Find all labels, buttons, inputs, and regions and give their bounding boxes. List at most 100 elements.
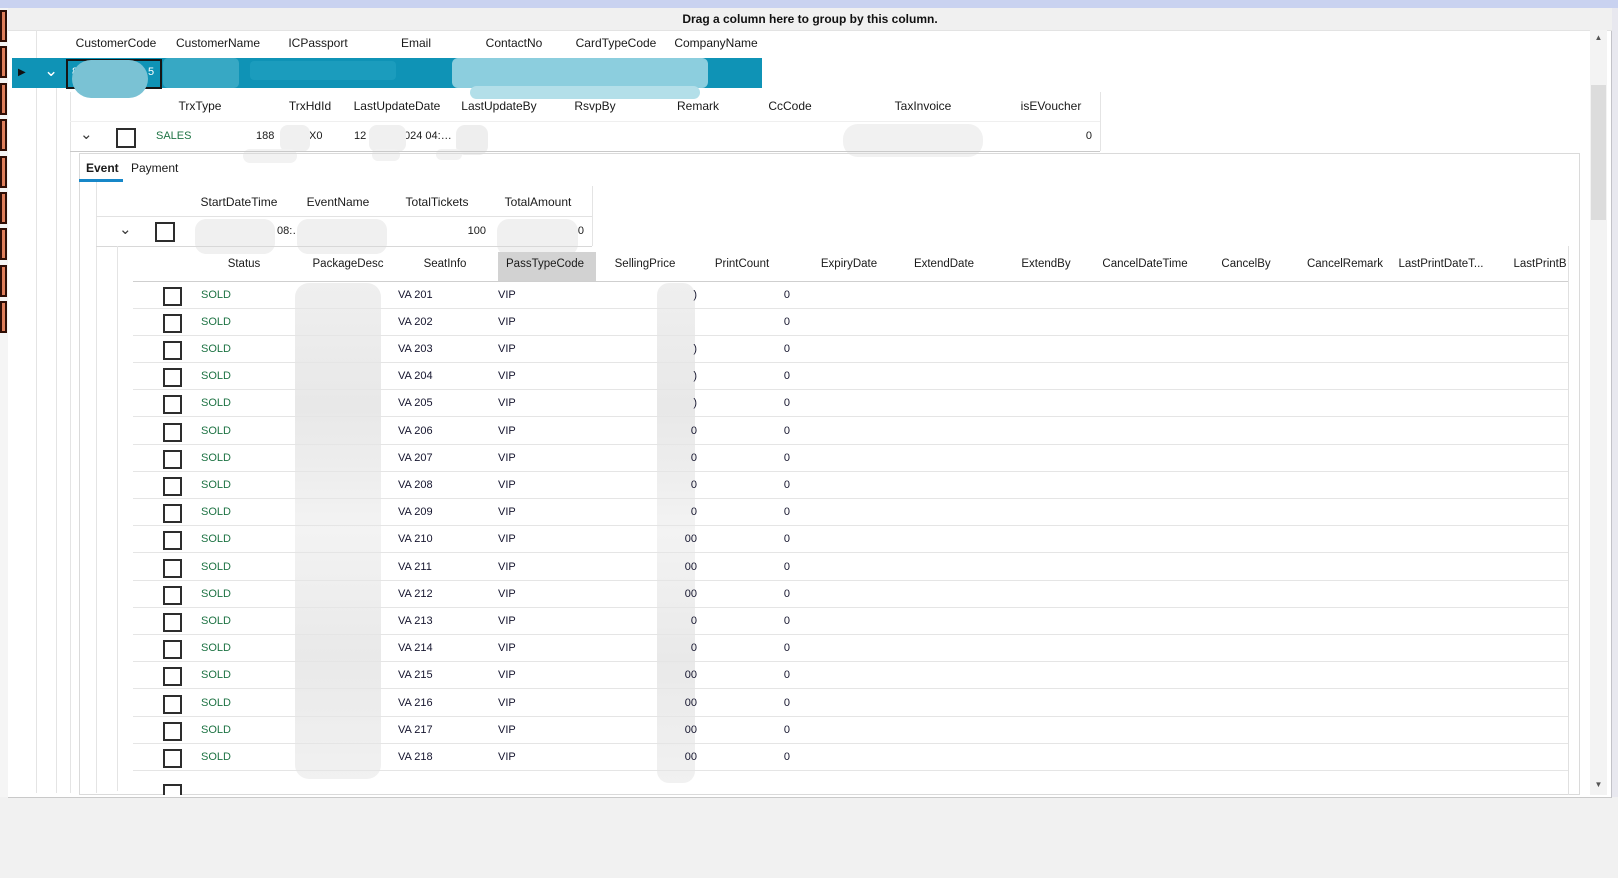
table-row[interactable]: SOLDVA 212VIP000 [133, 581, 1568, 608]
table-row[interactable]: SOLDVA 216VIP000 [133, 690, 1568, 717]
ticket-row-checkbox[interactable] [163, 477, 182, 496]
table-row[interactable]: SOLDVA 208VIP00 [133, 472, 1568, 499]
pass-type-cell: VIP [498, 533, 516, 545]
ticket-row-checkbox[interactable] [163, 784, 182, 795]
ticket-row-checkbox[interactable] [163, 531, 182, 550]
pass-type-cell: VIP [498, 289, 516, 301]
collapse-transaction-chevron-icon[interactable]: ⌄ [80, 130, 93, 140]
table-row[interactable]: SOLDVA 203VIP)0 [133, 336, 1568, 363]
print-count-cell: 0 [730, 343, 790, 355]
table-row[interactable]: SOLDVA 209VIP00 [133, 499, 1568, 526]
ticket-row-checkbox[interactable] [163, 722, 182, 741]
seat-info-cell: VA 203 [398, 343, 433, 355]
table-row[interactable]: SOLDVA 204VIP)0 [133, 363, 1568, 390]
ticket-row-checkbox[interactable] [163, 640, 182, 659]
ticket-row-checkbox[interactable] [163, 368, 182, 387]
table-row[interactable]: SOLDVA 211VIP000 [133, 554, 1568, 581]
redaction-blob [470, 86, 700, 99]
table-row[interactable]: SOLDVA 202VIP0 [133, 309, 1568, 336]
column-header-cancelremark[interactable]: CancelRemark [1307, 258, 1383, 270]
column-header-cccode[interactable]: CcCode [768, 99, 811, 113]
tab-payment[interactable]: Payment [131, 161, 178, 175]
group-by-panel[interactable]: Drag a column here to group by this colu… [8, 8, 1612, 31]
table-row[interactable]: SOLDVA 207VIP00 [133, 445, 1568, 472]
ticket-row-checkbox[interactable] [163, 504, 182, 523]
ticket-row-checkbox[interactable] [163, 287, 182, 306]
ticket-row-checkbox[interactable] [163, 450, 182, 469]
ticket-row-checkbox[interactable] [163, 423, 182, 442]
column-header-lastupdateby[interactable]: LastUpdateBy [461, 99, 536, 113]
ticket-row-checkbox[interactable] [163, 613, 182, 632]
column-header-email[interactable]: Email [401, 36, 431, 50]
column-header-canceldatetime[interactable]: CancelDateTime [1102, 258, 1187, 270]
ticket-row-checkbox[interactable] [163, 667, 182, 686]
status-cell: SOLD [201, 289, 231, 301]
ticket-row-checkbox[interactable] [163, 341, 182, 360]
selling-price-cell: ) [637, 370, 697, 382]
redaction-blob [280, 125, 310, 152]
tab-event[interactable]: Event [86, 161, 119, 175]
column-header-companyname[interactable]: CompanyName [674, 36, 757, 50]
column-header-sellingprice[interactable]: SellingPrice [615, 258, 676, 270]
ticket-row-checkbox[interactable] [163, 586, 182, 605]
scroll-down-icon[interactable]: ▼ [1590, 777, 1607, 793]
event-row-checkbox[interactable] [155, 222, 175, 242]
column-header-seatinfo[interactable]: SeatInfo [424, 258, 467, 270]
background-window-fragment [0, 46, 7, 78]
ticket-row-checkbox[interactable] [163, 559, 182, 578]
column-header-lastprintb[interactable]: LastPrintB [1513, 258, 1566, 270]
column-header-isevoucher[interactable]: isEVoucher [1021, 99, 1082, 113]
table-row[interactable]: SOLDVA 205VIP)0 [133, 390, 1568, 417]
column-header-eventname[interactable]: EventName [307, 195, 370, 209]
status-cell: SOLD [201, 370, 231, 382]
is-evoucher-cell: 0 [1032, 130, 1092, 142]
scrollbar-thumb[interactable] [1591, 85, 1606, 220]
print-count-cell: 0 [730, 316, 790, 328]
table-row[interactable]: SOLDVA 217VIP000 [133, 717, 1568, 744]
collapse-event-chevron-icon[interactable]: ⌄ [119, 225, 132, 235]
column-header-extenddate[interactable]: ExtendDate [914, 258, 974, 270]
collapse-customer-chevron-icon[interactable]: ⌄ [44, 66, 58, 76]
column-header-icpassport[interactable]: ICPassport [288, 36, 347, 50]
table-row[interactable]: SOLDVA 210VIP000 [133, 526, 1568, 553]
column-header-startdatetime[interactable]: StartDateTime [201, 195, 278, 209]
column-header-taxinvoice[interactable]: TaxInvoice [895, 99, 952, 113]
grid-line [70, 92, 71, 793]
column-header-cardtypecode[interactable]: CardTypeCode [576, 36, 657, 50]
pass-type-cell: VIP [498, 669, 516, 681]
table-row[interactable]: SOLDVA 213VIP00 [133, 608, 1568, 635]
ticket-row-checkbox[interactable] [163, 395, 182, 414]
column-header-extendby[interactable]: ExtendBy [1021, 258, 1070, 270]
table-row[interactable]: SOLDVA 218VIP000 [133, 744, 1568, 771]
transaction-row-checkbox[interactable] [116, 128, 136, 148]
column-header-rsvpby[interactable]: RsvpBy [574, 99, 615, 113]
seat-info-cell: VA 218 [398, 751, 433, 763]
column-header-cancelby[interactable]: CancelBy [1221, 258, 1270, 270]
column-header-expirydate[interactable]: ExpiryDate [821, 258, 877, 270]
table-row[interactable]: SOLDVA 201VIP)0 [133, 282, 1568, 309]
column-header-lastprintdatet-[interactable]: LastPrintDateT... [1398, 258, 1483, 270]
table-row[interactable]: SOLDVA 214VIP00 [133, 635, 1568, 662]
column-header-trxhdid[interactable]: TrxHdId [289, 99, 331, 113]
column-header-status[interactable]: Status [228, 258, 261, 270]
ticket-row-checkbox[interactable] [163, 695, 182, 714]
column-header-totaltickets[interactable]: TotalTickets [406, 195, 469, 209]
column-header-customername[interactable]: CustomerName [176, 36, 260, 50]
column-header-remark[interactable]: Remark [677, 99, 719, 113]
ticket-row-checkbox[interactable] [163, 314, 182, 333]
ticket-row-checkbox[interactable] [163, 749, 182, 768]
table-row[interactable]: SOLDVA 206VIP00 [133, 418, 1568, 445]
column-header-packagedesc[interactable]: PackageDesc [313, 258, 384, 270]
scroll-up-icon[interactable]: ▲ [1590, 30, 1607, 46]
column-header-customercode[interactable]: CustomerCode [76, 36, 157, 50]
column-header-passtypecode[interactable]: PassTypeCode [506, 258, 584, 270]
column-header-totalamount[interactable]: TotalAmount [505, 195, 572, 209]
column-header-contactno[interactable]: ContactNo [486, 36, 543, 50]
column-header-printcount[interactable]: PrintCount [715, 258, 769, 270]
pass-type-cell: VIP [498, 697, 516, 709]
grid-line [36, 30, 37, 793]
status-cell: SOLD [201, 452, 231, 464]
column-header-lastupdatedate[interactable]: LastUpdateDate [354, 99, 441, 113]
column-header-trxtype[interactable]: TrxType [179, 99, 222, 113]
table-row[interactable]: SOLDVA 215VIP000 [133, 662, 1568, 689]
